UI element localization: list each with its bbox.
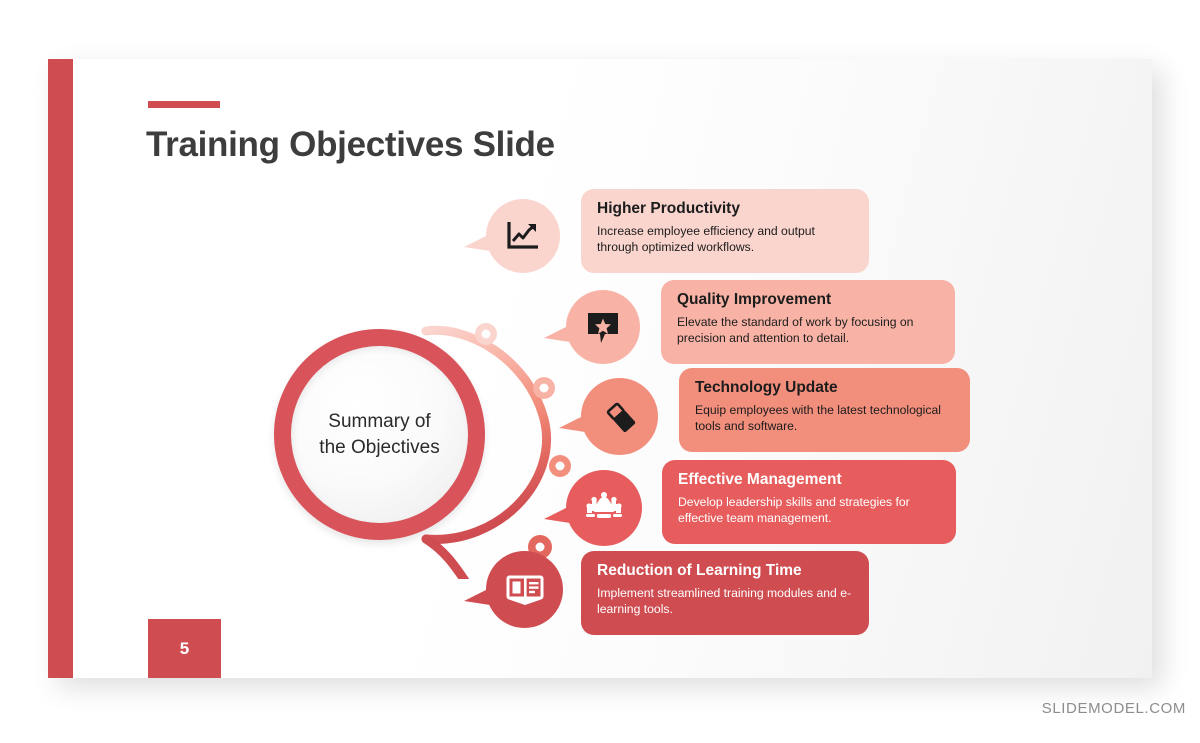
- objective-title-3: Technology Update: [695, 379, 838, 396]
- objective-bubble-4[interactable]: [544, 470, 642, 546]
- usb-flash-drive-icon: [606, 402, 635, 432]
- page-title: Training Objectives Slide: [146, 125, 555, 164]
- arc-path-tail: [421, 534, 470, 579]
- objective-box-3[interactable]: Technology Update Equip employees with t…: [679, 368, 970, 452]
- arc-path: [421, 325, 551, 544]
- slide-canvas-root: Training Objectives Slide 5 Summary of t…: [0, 0, 1200, 743]
- page-number-badge: 5: [148, 619, 221, 678]
- speech-bubble-star-icon: [588, 313, 618, 343]
- objective-desc-4: Develop leadership skills and strategies…: [678, 494, 910, 525]
- meeting-table-icon: [586, 492, 622, 518]
- bubble-tail-5: [464, 587, 490, 605]
- arc-node-1-center: [481, 329, 491, 339]
- title-accent-rule: [148, 101, 220, 108]
- objective-desc-2: Elevate the standard of work by focusing…: [677, 314, 914, 345]
- objective-box-4[interactable]: Effective Management Develop leadership …: [662, 460, 956, 544]
- bubble-tail-1: [464, 234, 490, 251]
- arc-nodes: [475, 323, 571, 559]
- page-number-value: 5: [179, 638, 190, 658]
- objective-title-2: Quality Improvement: [677, 291, 832, 308]
- arc-node-2-center: [539, 383, 549, 393]
- objective-title-5: Reduction of Learning Time: [597, 562, 802, 579]
- arc-node-3-center: [555, 461, 565, 471]
- objective-box-2[interactable]: Quality Improvement Elevate the standard…: [661, 280, 955, 364]
- objective-box-5[interactable]: Reduction of Learning Time Implement str…: [581, 551, 869, 635]
- objective-desc-5: Implement streamlined training modules a…: [597, 585, 852, 616]
- bubble-tail-2: [544, 325, 570, 342]
- objective-title-1: Higher Productivity: [597, 200, 740, 217]
- bubble-tail-3: [559, 414, 585, 432]
- objective-title-4: Effective Management: [678, 471, 842, 488]
- footer-watermark: SLIDEMODEL.COM: [1041, 700, 1186, 717]
- bubble-tail-4: [544, 506, 570, 523]
- objective-desc-3: Equip employees with the latest technolo…: [695, 402, 941, 433]
- arc-node-4-center: [535, 542, 545, 552]
- slide: Training Objectives Slide 5 Summary of t…: [48, 59, 1152, 678]
- objective-box-1[interactable]: Higher Productivity Increase employee ef…: [581, 189, 869, 273]
- objective-bubble-1[interactable]: [464, 199, 560, 273]
- line-chart-growth-icon: [507, 222, 538, 249]
- objective-bubble-5[interactable]: [464, 551, 563, 628]
- open-book-icon: [506, 575, 543, 605]
- left-accent-bar: [48, 59, 73, 678]
- objective-bubble-3[interactable]: [559, 378, 658, 455]
- objective-bubble-2[interactable]: [544, 290, 640, 364]
- objective-desc-1: Increase employee efficiency and output …: [597, 223, 815, 254]
